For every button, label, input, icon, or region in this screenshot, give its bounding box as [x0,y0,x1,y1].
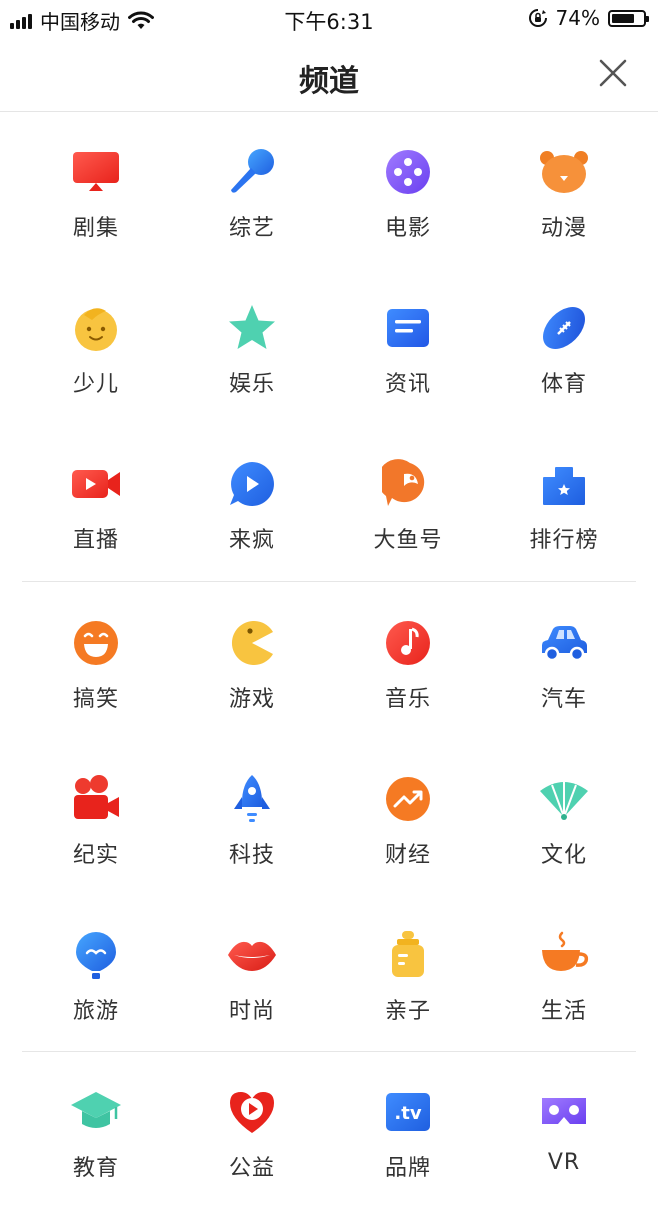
vr-goggles-icon [542,1098,586,1124]
channel-item-vr[interactable]: VR [486,1052,642,1208]
channel-label: 音乐 [384,687,431,712]
channel-item-kids[interactable]: 少儿 [18,268,174,424]
coffee-cup-icon [542,931,589,971]
channel-item-parenting[interactable]: 亲子 [330,895,486,1051]
channel-label: 娱乐 [228,372,275,397]
header: 频道 [0,38,658,112]
channel-label: 汽车 [540,687,587,712]
channel-item-life[interactable]: 生活 [486,895,642,1051]
channel-label: 时尚 [228,999,275,1024]
channel-label: 动漫 [540,216,587,241]
channel-item-culture[interactable]: 文化 [486,739,642,895]
channel-item-brand[interactable]: .tv 品牌 [330,1052,486,1208]
channel-item-education[interactable]: 教育 [18,1052,174,1208]
star-icon [229,305,275,349]
channel-label: 教育 [72,1156,119,1181]
channel-label: 来疯 [228,528,275,553]
bear-icon [540,151,588,193]
laugh-icon [74,621,118,665]
channel-label: 纪实 [72,843,119,868]
child-face-icon [75,308,117,351]
channel-label: 剧集 [72,216,119,241]
channel-item-variety[interactable]: 综艺 [174,112,330,268]
channel-item-travel[interactable]: 旅游 [18,895,174,1051]
channel-label: 少儿 [72,372,119,397]
channel-label: 体育 [540,372,587,397]
trend-up-icon [386,777,430,821]
channel-label: 资讯 [384,372,431,397]
rotation-lock-icon [528,9,547,27]
channel-item-dayu[interactable]: 大鱼号 [330,424,486,580]
channel-label: 品牌 [384,1156,431,1181]
channel-label: 大鱼号 [373,528,443,553]
channel-grid-more: 教育 公益 .tv 品牌 VR [18,1052,642,1208]
heart-play-icon [230,1092,274,1133]
channel-item-tech[interactable]: 科技 [174,739,330,895]
channel-label: 财经 [384,843,431,868]
movie-camera-icon [74,775,119,819]
status-right: 74% [528,6,649,30]
channel-label: 旅游 [72,999,119,1024]
news-icon [387,309,429,347]
channel-item-news[interactable]: 资讯 [330,268,486,424]
channel-label: 亲子 [384,999,431,1024]
baby-bottle-icon [392,931,424,977]
graduation-cap-icon [71,1092,121,1128]
channel-item-fashion[interactable]: 时尚 [174,895,330,1051]
channel-item-finance[interactable]: 财经 [330,739,486,895]
tv-icon [73,152,119,191]
channel-label: 公益 [228,1156,275,1181]
channel-grid-main: 剧集 综艺 电影 动漫 少儿 娱乐 资讯 体育 直播 来疯 大鱼号 排行榜 [18,112,642,580]
channel-item-movies[interactable]: 电影 [330,112,486,268]
balloon-icon [76,932,116,979]
film-reel-icon [386,150,430,194]
microphone-icon [231,149,274,193]
status-bar: 中国移动 下午6:31 74% [0,0,658,38]
channel-item-documentary[interactable]: 纪实 [18,739,174,895]
car-icon [542,626,587,662]
page-title: 频道 [299,64,359,99]
channel-label: 生活 [540,999,587,1024]
channel-item-entertainment[interactable]: 娱乐 [174,268,330,424]
channel-item-anime[interactable]: 动漫 [486,112,642,268]
channel-grid-secondary: 搞笑 游戏 音乐 汽车 纪实 科技 财经 文化 旅游 时尚 亲子 生活 [18,583,642,1051]
channel-item-auto[interactable]: 汽车 [486,583,642,739]
section-divider [22,581,636,582]
channel-label: 游戏 [228,687,275,712]
channel-label: 科技 [228,843,275,868]
channel-item-live[interactable]: 直播 [18,424,174,580]
channel-label: VR [547,1150,581,1175]
play-bubble-icon [230,462,274,506]
battery-percent: 74% [555,6,600,30]
channel-item-sports[interactable]: 体育 [486,268,642,424]
channel-item-dramas[interactable]: 剧集 [18,112,174,268]
video-camera-icon [72,470,120,498]
close-button[interactable] [596,56,630,90]
channel-item-charity[interactable]: 公益 [174,1052,330,1208]
lips-icon [228,941,276,971]
fish-icon [382,459,425,506]
tv-badge-icon: .tv [386,1093,430,1131]
channel-item-laifeng[interactable]: 来疯 [174,424,330,580]
fan-icon [540,781,588,820]
football-icon [543,307,585,349]
battery-icon [608,9,649,27]
tv-badge-text: .tv [394,1103,421,1124]
channel-item-music[interactable]: 音乐 [330,583,486,739]
channel-label: 综艺 [228,216,275,241]
rocket-icon [234,775,270,822]
channel-item-ranking[interactable]: 排行榜 [486,424,642,580]
channel-item-comedy[interactable]: 搞笑 [18,583,174,739]
channel-label: 电影 [384,216,431,241]
channel-label: 直播 [72,528,119,553]
podium-icon [543,467,585,505]
channel-label: 搞笑 [72,687,119,712]
channel-label: 文化 [540,843,587,868]
music-note-icon [386,621,430,665]
channel-label: 排行榜 [529,528,599,553]
pacman-icon [231,621,273,665]
channel-item-games[interactable]: 游戏 [174,583,330,739]
